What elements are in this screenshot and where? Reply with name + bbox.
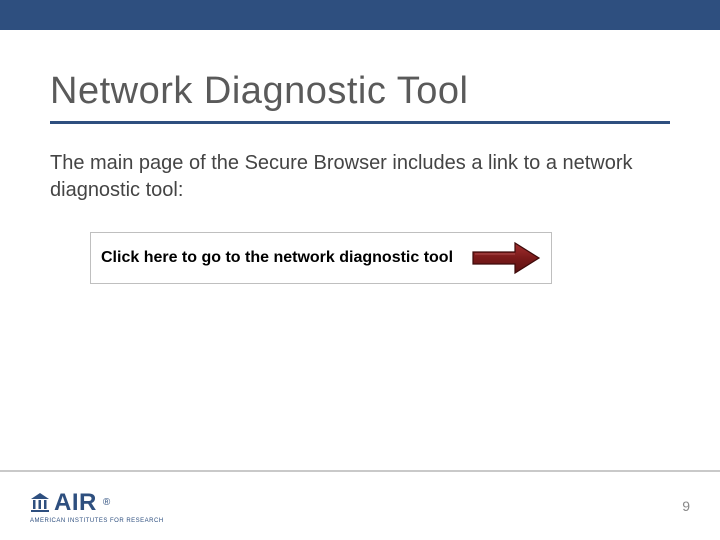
logo-column-icon: [30, 493, 50, 513]
logo-subtitle: AMERICAN INSTITUTES FOR RESEARCH: [30, 518, 164, 524]
diagnostic-link-text: Click here to go to the network diagnost…: [101, 249, 453, 267]
slide: Network Diagnostic Tool The main page of…: [0, 0, 720, 540]
footer: AIR ® AMERICAN INSTITUTES FOR RESEARCH 9: [0, 470, 720, 540]
diagnostic-link-box[interactable]: Click here to go to the network diagnost…: [90, 232, 552, 284]
arrow-right-icon: [471, 241, 541, 275]
top-accent-bar: [0, 0, 720, 30]
page-number: 9: [682, 498, 690, 514]
logo: AIR ® AMERICAN INSTITUTES FOR RESEARCH: [30, 489, 164, 524]
page-title: Network Diagnostic Tool: [50, 70, 670, 124]
logo-text: AIR: [54, 489, 97, 517]
content-area: Network Diagnostic Tool The main page of…: [0, 30, 720, 470]
logo-registered: ®: [103, 497, 110, 508]
intro-text: The main page of the Secure Browser incl…: [50, 150, 670, 204]
